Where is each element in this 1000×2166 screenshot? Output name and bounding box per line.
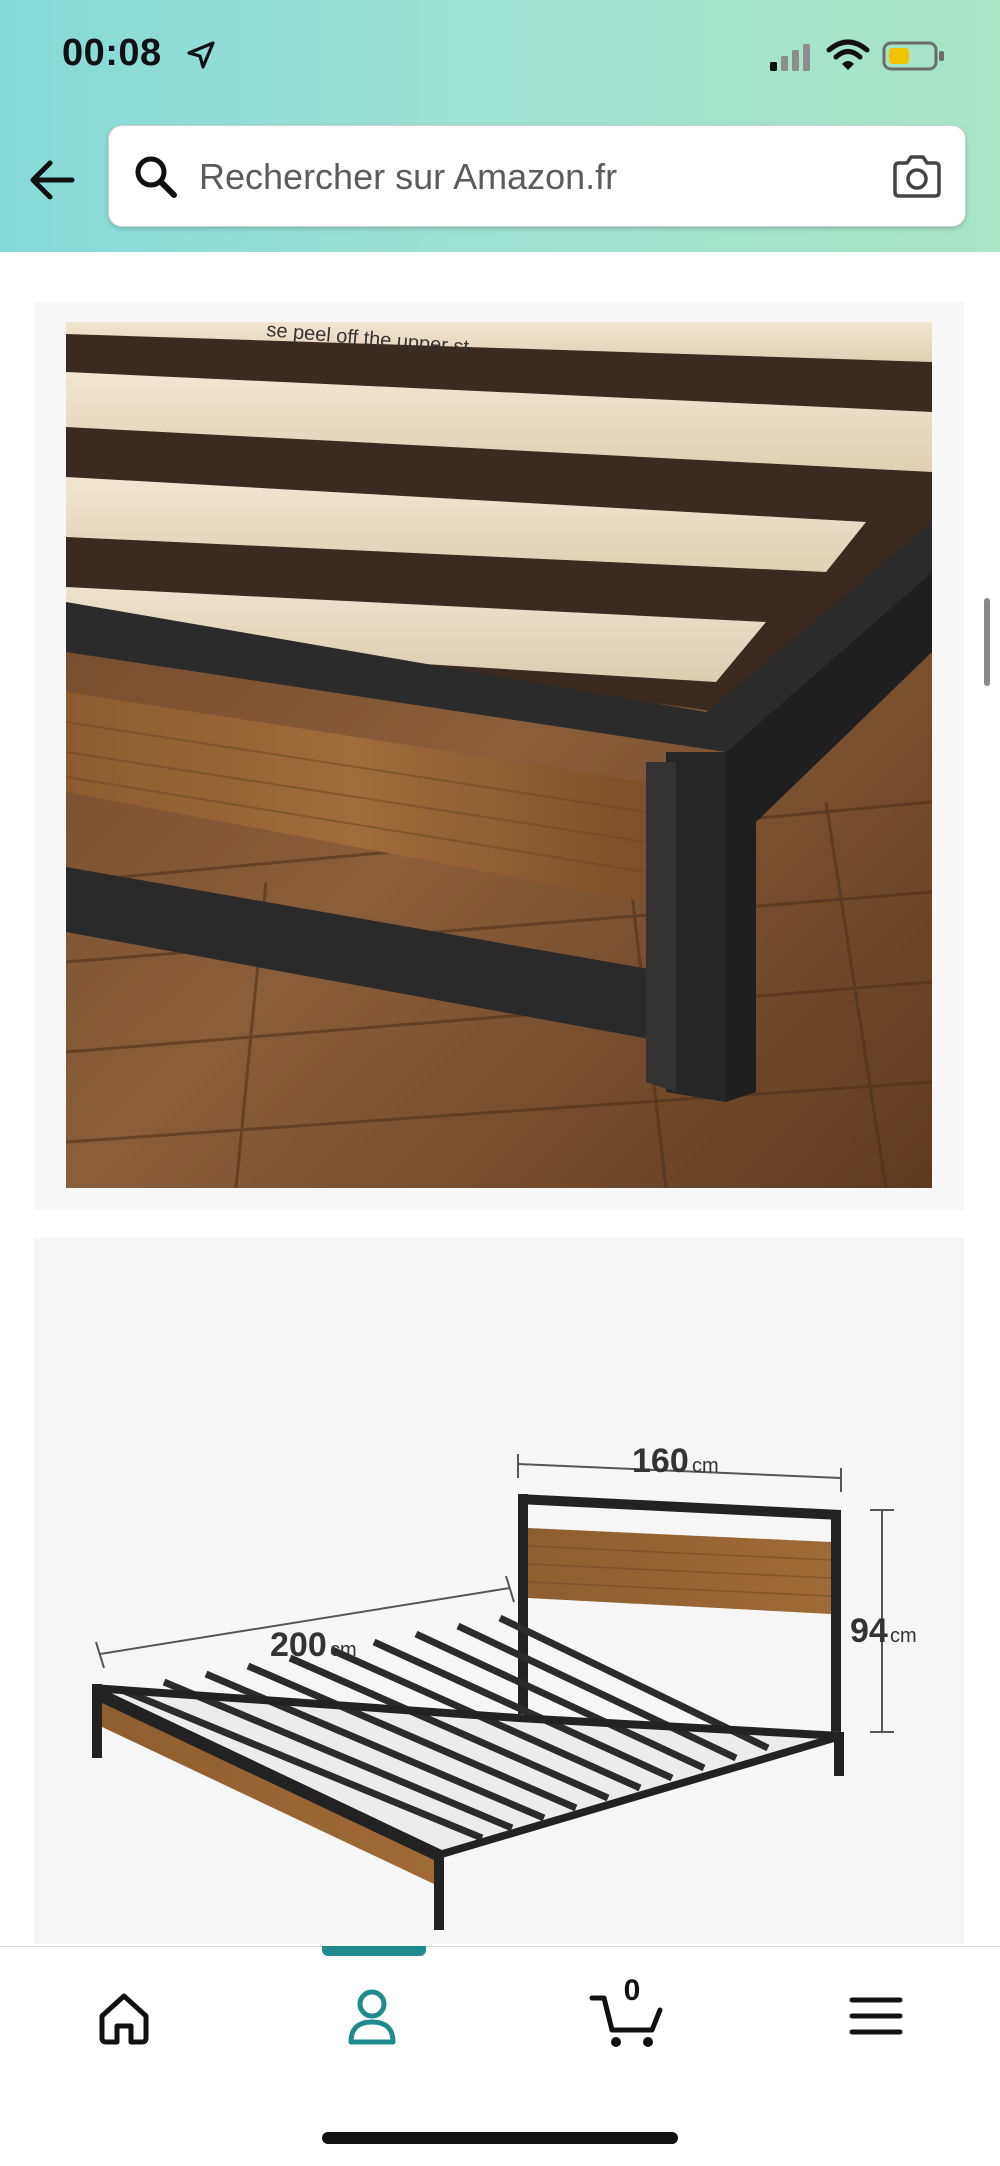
cellular-signal-icon (770, 44, 810, 71)
cart-count-badge: 0 (623, 1974, 641, 2007)
dimension-width-value: 160 (632, 1442, 689, 1480)
dimension-length-unit: cm (330, 1639, 357, 1661)
battery-icon (882, 41, 944, 71)
location-arrow-icon (187, 41, 215, 69)
account-icon[interactable] (322, 1976, 422, 2056)
home-icon[interactable] (74, 1976, 174, 2056)
wifi-icon (826, 39, 870, 70)
dimension-height-unit: cm (890, 1625, 917, 1647)
dimension-length-value: 200 (270, 1626, 327, 1664)
camera-icon[interactable] (889, 150, 945, 204)
home-indicator[interactable] (322, 2132, 678, 2144)
dimension-height-value: 94 (850, 1612, 888, 1650)
search-input[interactable] (197, 150, 841, 204)
menu-icon[interactable] (826, 1976, 926, 2056)
bed-dimensions-diagram[interactable]: 160 cm 94 cm 200 cm (34, 1238, 964, 1944)
search-bar[interactable] (108, 125, 966, 227)
bed-frame-closeup-photo[interactable]: se peel off the upper st (66, 322, 932, 1188)
scroll-indicator[interactable] (984, 598, 990, 686)
back-arrow-icon[interactable] (24, 152, 80, 208)
dimension-width-unit: cm (692, 1455, 719, 1477)
active-tab-indicator (322, 1946, 426, 1956)
search-icon (135, 156, 177, 198)
status-time: 00:08 (62, 32, 162, 74)
